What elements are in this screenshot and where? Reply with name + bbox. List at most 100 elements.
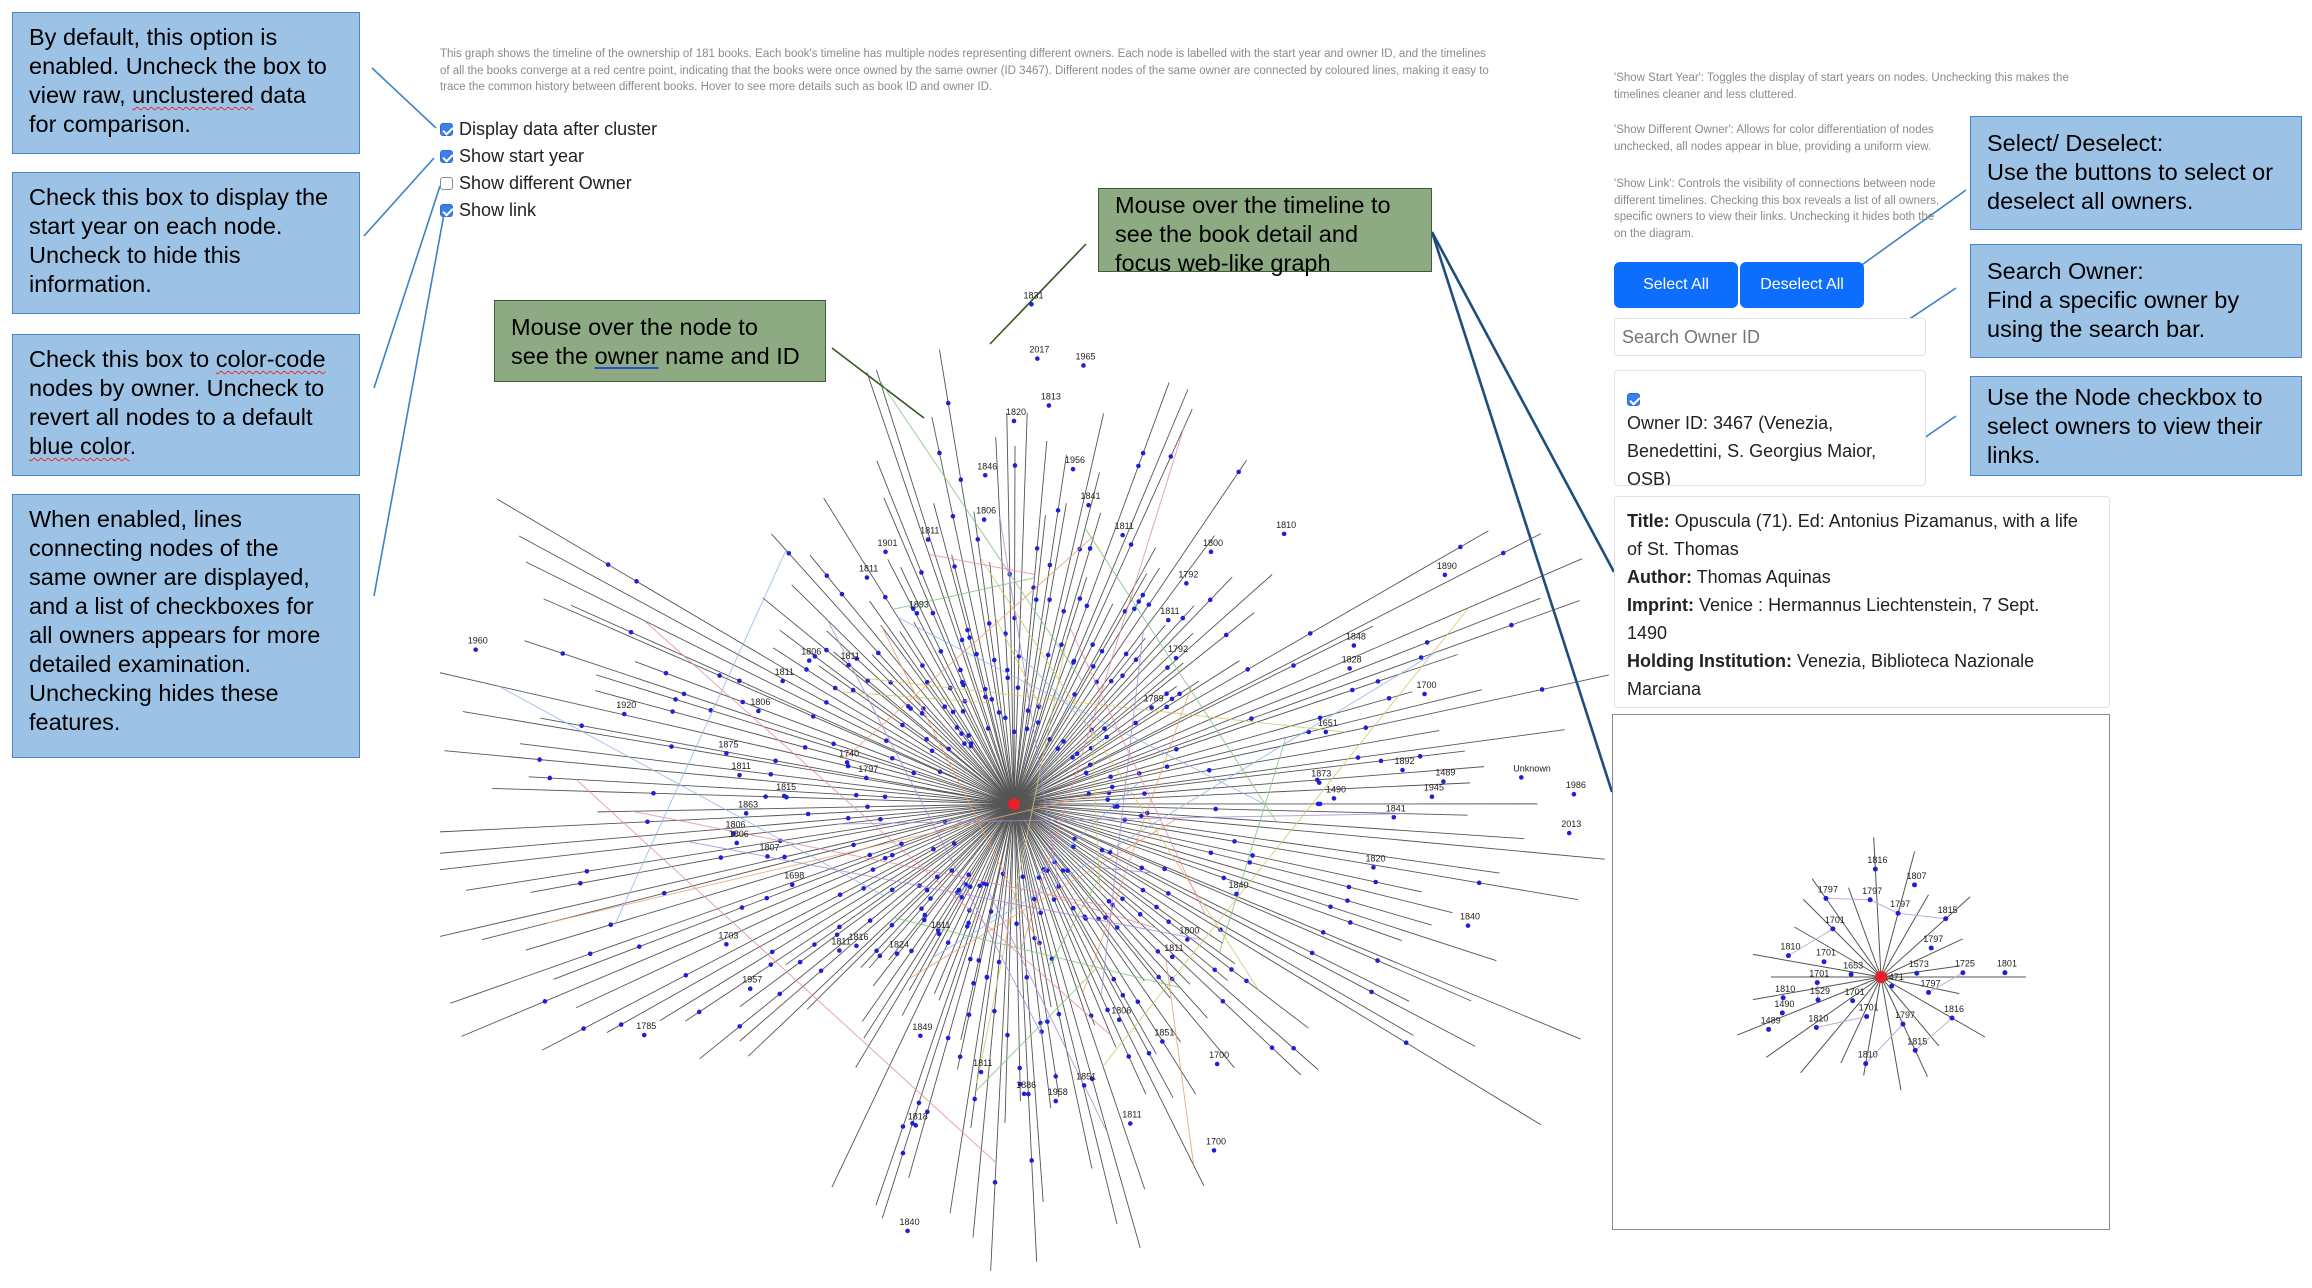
timeline-line <box>1013 803 1578 901</box>
owner-list: Owner ID: 3467 (Venezia, Benedettini, S.… <box>1614 370 1926 486</box>
owner-node <box>956 887 962 893</box>
owner-node <box>1823 895 1829 901</box>
help-start-year: 'Show Start Year': Toggles the display o… <box>1614 70 2174 103</box>
owner-checkbox[interactable] <box>1627 393 1640 406</box>
owner-link-line <box>1165 959 1195 1166</box>
owner-node <box>1863 1061 1869 1067</box>
owner-link-line <box>844 535 1095 759</box>
owner-node <box>974 651 979 657</box>
owner-node <box>1429 794 1435 800</box>
owner-node <box>789 882 795 888</box>
owner-node <box>804 667 809 672</box>
year-label: 1810 <box>1858 1050 1878 1060</box>
owner-node <box>1083 770 1089 776</box>
owner-node <box>1323 729 1329 735</box>
owner-node <box>797 959 803 965</box>
owner-link-line <box>575 779 997 1164</box>
owner-node <box>992 1180 998 1185</box>
owner-node <box>765 854 770 859</box>
focus-web-graph[interactable]: 1816 1807 1797 1797 1797 1701 1815 1797 1810 1701… <box>1613 715 2108 1228</box>
owner-node <box>802 745 808 750</box>
owner-node <box>1236 469 1241 475</box>
owner-node <box>1146 602 1152 607</box>
year-label: 1890 <box>1437 561 1457 571</box>
owner-node <box>978 1069 984 1075</box>
deselect-all-button[interactable]: Deselect All <box>1740 262 1864 308</box>
owner-node <box>982 472 988 478</box>
owner-node <box>1221 875 1227 881</box>
owner-node <box>837 948 842 953</box>
owner-node <box>1104 734 1109 740</box>
owner-checkbox-row <box>1627 377 1913 406</box>
year-label: 1824 <box>889 940 909 950</box>
owner-node <box>724 750 729 756</box>
owner-node <box>1084 603 1090 609</box>
owner-node <box>962 741 967 746</box>
owner-node <box>882 794 888 800</box>
year-label: 1801 <box>1997 959 2017 969</box>
year-label: 1698 <box>784 871 804 881</box>
callout-text: Use the Node checkbox to <box>1987 384 2263 410</box>
owner-node <box>846 662 851 668</box>
callout-text: Use the buttons to select or <box>1987 159 2274 185</box>
year-label: 1653 <box>1843 960 1863 970</box>
timeline-line <box>1013 803 1191 985</box>
owner-node <box>824 647 829 653</box>
timeline-line <box>1013 803 1235 1068</box>
year-label: 1811 <box>1115 521 1134 531</box>
search-owner-input[interactable] <box>1614 318 1926 356</box>
year-label: 1701 <box>1816 948 1836 958</box>
owner-node <box>1458 544 1463 550</box>
owner-node <box>1029 302 1034 307</box>
year-label: 1807 <box>1907 871 1927 881</box>
book-imprint-label: Imprint: <box>1627 595 1694 615</box>
owner-node <box>1166 891 1171 896</box>
owner-node <box>537 757 542 762</box>
year-label: 1700 <box>1417 680 1437 690</box>
owner-node <box>1035 356 1040 361</box>
owner-node <box>608 922 614 928</box>
owner-entry-line: Owner ID: 3467 (Venezia, <box>1627 413 1834 433</box>
owner-node <box>1071 660 1076 665</box>
timeline-line <box>1013 445 1016 805</box>
owner-node <box>1059 642 1064 648</box>
year-label: 1573 <box>1909 959 1929 969</box>
owner-node <box>1373 879 1379 885</box>
callout-text: see the <box>511 343 595 369</box>
owner-node <box>959 679 965 685</box>
owner-entry[interactable]: Owner ID: 3467 (Venezia, Benedettini, S.… <box>1627 409 1913 485</box>
owner-node <box>928 896 933 901</box>
year-label: 1490 <box>1774 999 1794 1009</box>
year-label: 1806 <box>729 829 749 839</box>
owner-node <box>929 748 935 754</box>
owner-node <box>1114 925 1120 930</box>
select-all-button[interactable]: Select All <box>1614 262 1738 308</box>
year-label: 1815 <box>1907 1036 1927 1046</box>
callout-text: Search Owner: <box>1987 258 2144 284</box>
year-label: 1806 <box>750 697 770 707</box>
owner-node <box>1184 581 1189 586</box>
owner-node <box>965 627 970 633</box>
timeline-line <box>1013 558 1583 805</box>
owner-node <box>1103 915 1108 920</box>
year-label: 1811 <box>920 526 939 536</box>
owner-node <box>1566 830 1572 836</box>
owner-node <box>1417 754 1423 759</box>
owner-node <box>916 1100 922 1106</box>
owner-node <box>922 912 928 918</box>
year-label: 1965 <box>1075 351 1095 361</box>
owner-node <box>936 931 942 937</box>
owner-node <box>1120 673 1125 678</box>
owner-node <box>1015 685 1021 691</box>
owner-link-line <box>827 619 1043 1036</box>
owner-node <box>1949 1015 1955 1021</box>
timeline-line <box>1013 577 1088 805</box>
owner-node <box>1011 418 1017 424</box>
year-label: 1797 <box>1895 1010 1915 1020</box>
year-label: 1956 <box>1065 455 1085 465</box>
owner-node <box>1074 751 1080 757</box>
book-holding-row: Holding Institution: Venezia, Biblioteca… <box>1627 647 2097 675</box>
owner-node <box>1168 454 1174 459</box>
owner-node <box>1371 865 1376 870</box>
owner-node <box>818 968 824 974</box>
